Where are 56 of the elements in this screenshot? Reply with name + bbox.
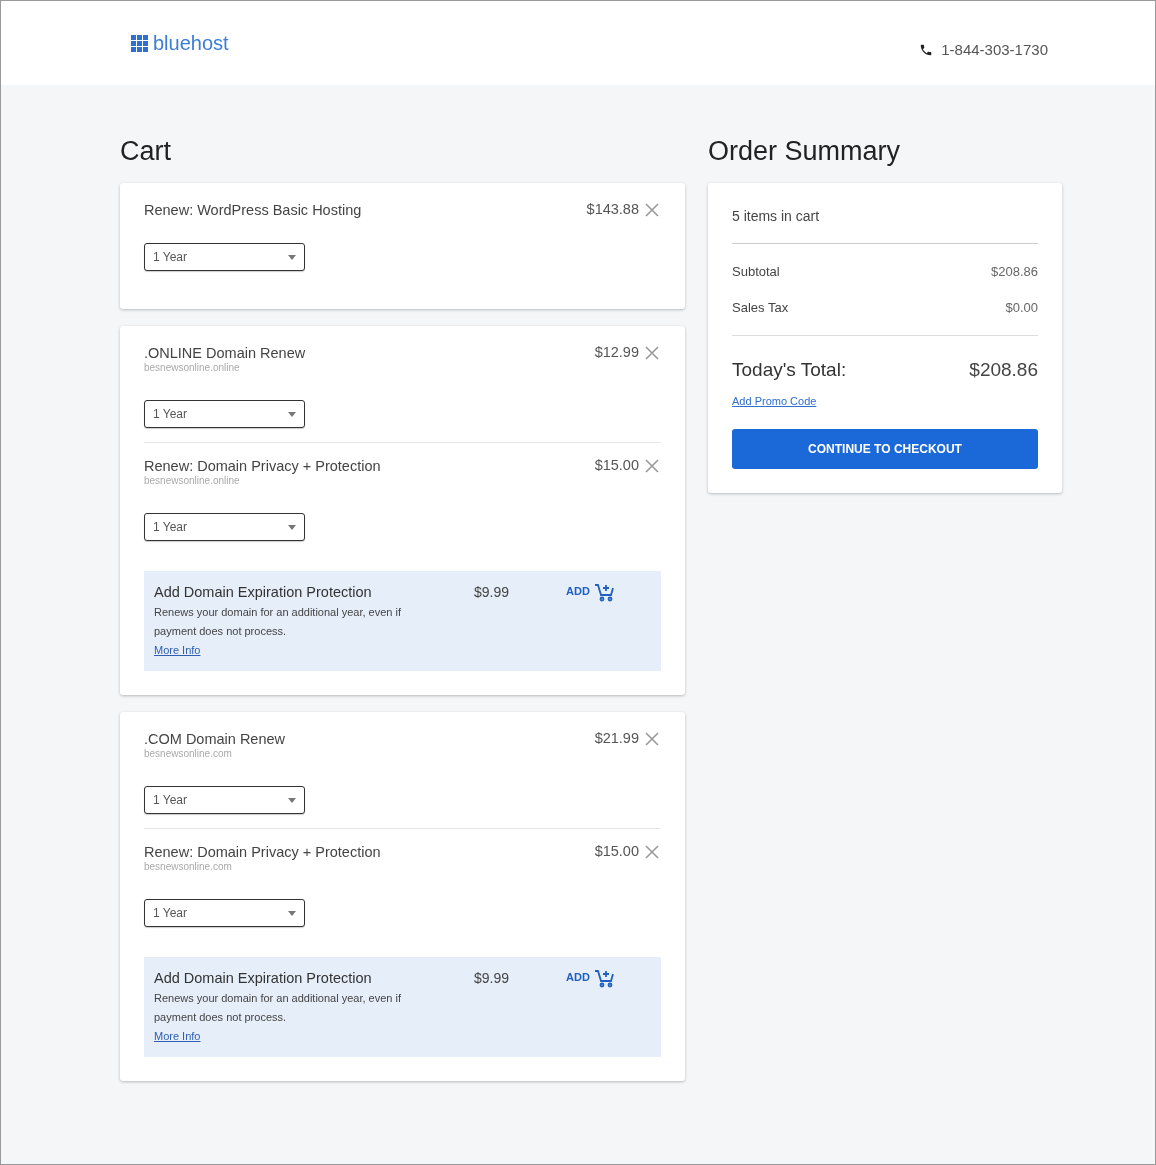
cart-heading: Cart: [120, 135, 172, 167]
brand-name: bluehost: [153, 33, 229, 53]
remove-icon[interactable]: [643, 201, 661, 219]
remove-icon[interactable]: [643, 730, 661, 748]
offer-description: Renews your domain for an additional year, even if payment does not process.: [154, 605, 403, 639]
remove-icon[interactable]: [643, 457, 661, 475]
term-dropdown[interactable]: 1 Year: [144, 400, 305, 428]
cart-add-icon: [593, 969, 614, 989]
add-to-cart-button[interactable]: ADD: [566, 969, 614, 991]
total-amount: $208.86: [969, 358, 1038, 382]
caret-icon: [288, 411, 296, 417]
item-price: $15.00: [594, 456, 639, 476]
grid-logo-icon: [131, 34, 148, 52]
promo-code-link[interactable]: Add Promo Code: [732, 392, 817, 409]
caret-icon: [288, 524, 296, 530]
offer-price: $9.99: [474, 969, 511, 988]
phone-number: 1-844-303-1730: [941, 40, 1048, 60]
total-label: Today's Total:: [732, 358, 847, 382]
item-title: .COM Domain Renew: [144, 730, 285, 748]
item-count: 5 items in cart: [732, 207, 1038, 244]
add-to-cart-button[interactable]: ADD: [566, 583, 614, 605]
more-info-link[interactable]: More Info: [154, 1027, 201, 1045]
caret-icon: [288, 797, 296, 803]
caret-icon: [288, 254, 296, 260]
offer-description: Renews your domain for an additional year, even if payment does not process.: [154, 991, 403, 1025]
checkout-button[interactable]: CONTINUE TO CHECKOUT: [732, 429, 1038, 469]
caret-icon: [288, 910, 296, 916]
item-price: $12.99: [594, 343, 639, 363]
term-dropdown[interactable]: 1 Year: [144, 243, 305, 271]
summary-value: $0.00: [1005, 298, 1038, 317]
term-dropdown[interactable]: 1 Year: [144, 513, 305, 541]
summary-heading: Order Summary: [708, 135, 902, 167]
remove-icon[interactable]: [643, 344, 661, 362]
summary-label: Sales Tax: [732, 298, 789, 317]
item-title: .ONLINE Domain Renew: [144, 344, 306, 362]
summary-label: Subtotal: [732, 263, 780, 281]
offer-title: Add Domain Expiration Protection: [154, 969, 373, 987]
offer-price: $9.99: [474, 583, 511, 602]
phone-icon: [919, 43, 934, 58]
item-title: Renew: Domain Privacy + Protection: [144, 457, 381, 475]
item-price: $21.99: [594, 729, 639, 749]
term-dropdown[interactable]: 1 Year: [144, 899, 305, 927]
remove-icon[interactable]: [643, 843, 661, 861]
item-title: Renew: WordPress Basic Hosting: [144, 201, 362, 219]
offer-title: Add Domain Expiration Protection: [154, 583, 373, 601]
term-dropdown[interactable]: 1 Year: [144, 786, 305, 814]
domain-name: besnewsonline.com: [144, 748, 233, 760]
domain-name: besnewsonline.online: [144, 475, 241, 487]
item-price: $143.88: [586, 200, 639, 220]
item-title: Renew: Domain Privacy + Protection: [144, 843, 381, 861]
domain-name: besnewsonline.online: [144, 362, 241, 374]
more-info-link[interactable]: More Info: [154, 641, 201, 659]
summary-value: $208.86: [991, 263, 1038, 281]
item-price: $15.00: [594, 842, 639, 862]
domain-name: besnewsonline.com: [144, 861, 233, 873]
cart-add-icon: [593, 583, 614, 603]
